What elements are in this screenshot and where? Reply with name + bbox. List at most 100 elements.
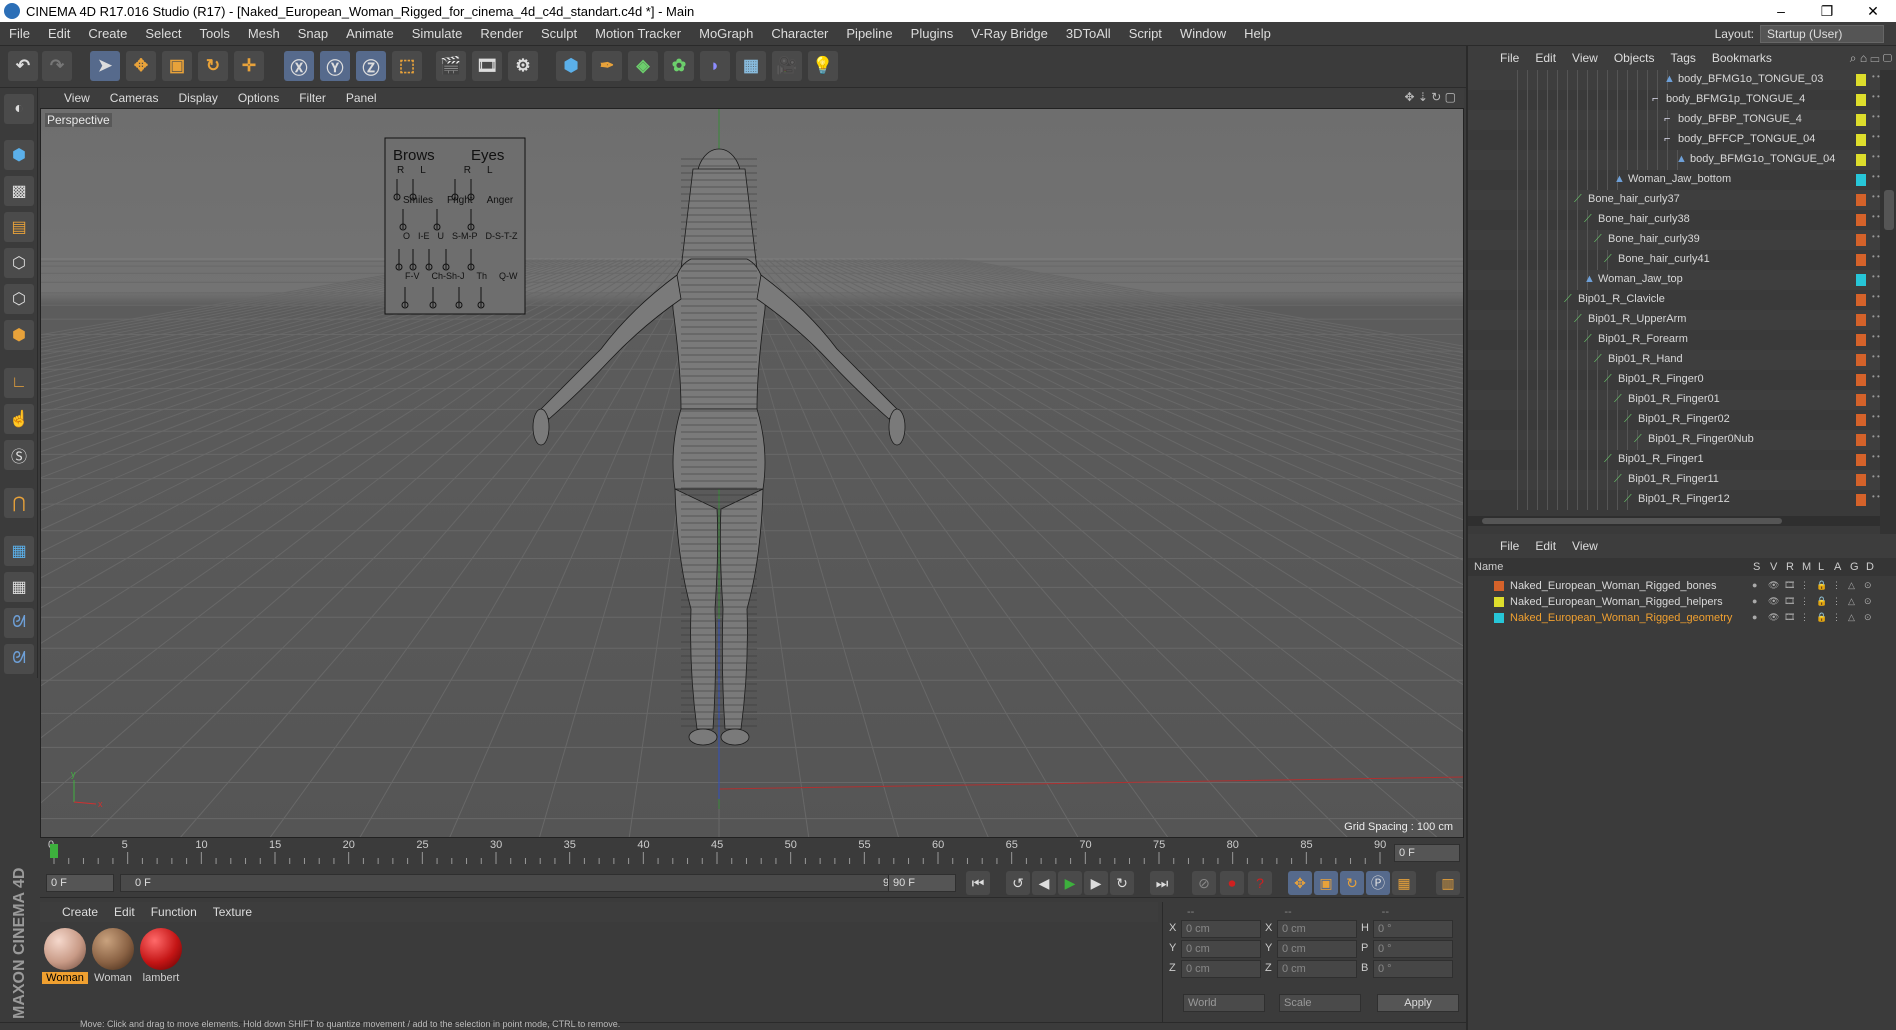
- menu-plugins[interactable]: Plugins: [902, 26, 963, 41]
- layer-toggle-icon[interactable]: ⋮: [1832, 596, 1841, 607]
- object-row[interactable]: ▲ body_BFMG1o_TONGUE_03 • •: [1468, 70, 1880, 90]
- layer-toggle-icon[interactable]: ⊙: [1864, 612, 1872, 623]
- visibility-dots[interactable]: • •: [1872, 453, 1880, 466]
- layer-color-tag[interactable]: [1856, 494, 1866, 506]
- menu-vray-bridge[interactable]: V-Ray Bridge: [962, 26, 1057, 41]
- object-row[interactable]: ⟋ Bone_hair_curly39 • •: [1468, 230, 1880, 250]
- object-row[interactable]: ⟋ Bip01_R_Finger01 • •: [1468, 390, 1880, 410]
- visibility-dots[interactable]: • •: [1872, 193, 1880, 206]
- object-row[interactable]: ⌐ body_BFFCP_TONGUE_04 • •: [1468, 130, 1880, 150]
- visibility-dots[interactable]: • •: [1872, 353, 1880, 366]
- viewport-menu-view[interactable]: View: [54, 91, 100, 105]
- layer-toggle-icon[interactable]: 👁: [1768, 596, 1779, 607]
- model-mode-icon[interactable]: ⬢: [4, 140, 34, 170]
- layer-color-tag[interactable]: [1856, 214, 1866, 226]
- material-menu-create[interactable]: Create: [54, 905, 106, 919]
- viewport-menu-panel[interactable]: Panel: [336, 91, 387, 105]
- layer-menu-file[interactable]: File: [1492, 539, 1527, 553]
- polygons-mode-icon[interactable]: ⬢: [4, 320, 34, 350]
- visibility-dots[interactable]: • •: [1872, 493, 1880, 506]
- layer-color-tag[interactable]: [1856, 114, 1866, 126]
- scale-icon[interactable]: ▣: [162, 51, 192, 81]
- visibility-dots[interactable]: • •: [1872, 313, 1880, 326]
- move-icon[interactable]: ✥: [126, 51, 156, 81]
- layer-color-tag[interactable]: [1856, 354, 1866, 366]
- layer-toggle-icon[interactable]: ●: [1752, 612, 1757, 622]
- layer-color-tag[interactable]: [1856, 154, 1866, 166]
- menu-create[interactable]: Create: [79, 26, 136, 41]
- layer-toggle-icon[interactable]: 👁: [1768, 580, 1779, 591]
- record-keys-icon[interactable]: ⊘: [1192, 871, 1216, 895]
- undo-icon[interactable]: ↶: [8, 51, 38, 81]
- minimize-button[interactable]: –: [1758, 0, 1804, 22]
- coord-rot-field[interactable]: 0 °: [1373, 920, 1453, 938]
- object-row[interactable]: ⟋ Bip01_R_Hand • •: [1468, 350, 1880, 370]
- layer-menu-view[interactable]: View: [1564, 539, 1606, 553]
- key-pla-icon[interactable]: ▦: [1392, 871, 1416, 895]
- menu-script[interactable]: Script: [1120, 26, 1171, 41]
- subdivision-icon[interactable]: ◈: [628, 51, 658, 81]
- cube-primitive-icon[interactable]: ⬢: [556, 51, 586, 81]
- step-back-icon[interactable]: ◀: [1032, 871, 1056, 895]
- layer-toggle-icon[interactable]: ⊙: [1864, 580, 1872, 591]
- layer-color-tag[interactable]: [1856, 134, 1866, 146]
- frame-range-slider[interactable]: 0 F 90 F: [120, 874, 920, 892]
- object-row[interactable]: ⟋ Bone_hair_curly38 • •: [1468, 210, 1880, 230]
- layer-toggle-icon[interactable]: 👁: [1768, 612, 1779, 623]
- layer-toggle-icon[interactable]: △: [1848, 596, 1855, 607]
- layer-toggle-icon[interactable]: ⋮: [1832, 612, 1841, 623]
- visibility-dots[interactable]: • •: [1872, 133, 1880, 146]
- layer-toggle-icon[interactable]: ⊙: [1864, 596, 1872, 607]
- visibility-dots[interactable]: • •: [1872, 253, 1880, 266]
- object-row[interactable]: ⟋ Bone_hair_curly41 • •: [1468, 250, 1880, 270]
- object-row[interactable]: ▲ Woman_Jaw_top • •: [1468, 270, 1880, 290]
- object-name[interactable]: Bip01_R_Finger0Nub: [1648, 433, 1754, 445]
- layer-name[interactable]: Naked_European_Woman_Rigged_bones: [1510, 580, 1717, 592]
- python-2-icon[interactable]: ᘛ: [4, 644, 34, 674]
- object-row[interactable]: ▲ Woman_Jaw_bottom • •: [1468, 170, 1880, 190]
- keyframe-selection-icon[interactable]: ?: [1248, 871, 1272, 895]
- visibility-dots[interactable]: • •: [1872, 293, 1880, 306]
- magnet-icon[interactable]: ⋂: [4, 488, 34, 518]
- material-swatch[interactable]: lambert: [138, 928, 184, 986]
- loop-icon[interactable]: ↻: [1110, 871, 1134, 895]
- layer-color-tag[interactable]: [1856, 274, 1866, 286]
- close-button[interactable]: ✕: [1850, 0, 1896, 22]
- visibility-dots[interactable]: • •: [1872, 213, 1880, 226]
- object-name[interactable]: Woman_Jaw_bottom: [1628, 173, 1731, 185]
- layer-color-tag[interactable]: [1856, 454, 1866, 466]
- visibility-dots[interactable]: • •: [1872, 73, 1880, 86]
- material-menu-texture[interactable]: Texture: [205, 905, 260, 919]
- menu-character[interactable]: Character: [762, 26, 837, 41]
- layer-color-tag[interactable]: [1856, 414, 1866, 426]
- layer-color-tag[interactable]: [1856, 394, 1866, 406]
- visibility-dots[interactable]: • •: [1872, 433, 1880, 446]
- menu-simulate[interactable]: Simulate: [403, 26, 472, 41]
- layer-color-tag[interactable]: [1856, 314, 1866, 326]
- object-name[interactable]: Bip01_R_Finger0: [1618, 373, 1704, 385]
- visibility-dots[interactable]: • •: [1872, 333, 1880, 346]
- restore-button[interactable]: ❐: [1804, 0, 1850, 22]
- object-menu-objects[interactable]: Objects: [1606, 51, 1663, 65]
- layer-color-tag[interactable]: [1856, 254, 1866, 266]
- scrollbar-thumb[interactable]: [1884, 190, 1894, 230]
- object-row[interactable]: ⟋ Bip01_R_Finger02 • •: [1468, 410, 1880, 430]
- object-row[interactable]: ⟋ Bip01_R_Finger1 • •: [1468, 450, 1880, 470]
- coord-pos-field[interactable]: 0 cm: [1181, 940, 1261, 958]
- object-name[interactable]: Woman_Jaw_top: [1598, 273, 1683, 285]
- visibility-dots[interactable]: • •: [1872, 413, 1880, 426]
- layer-toggle-icon[interactable]: ⋮: [1800, 580, 1809, 591]
- visibility-dots[interactable]: • •: [1872, 173, 1880, 186]
- object-menu-bookmarks[interactable]: Bookmarks: [1704, 51, 1780, 65]
- viewport-nav-icons[interactable]: ✥ ⇣ ↻ ▢: [1404, 90, 1456, 104]
- object-menu-file[interactable]: File: [1492, 51, 1527, 65]
- timeline-window-icon[interactable]: ▥: [1436, 871, 1460, 895]
- visibility-dots[interactable]: • •: [1872, 393, 1880, 406]
- object-name[interactable]: Bone_hair_curly37: [1588, 193, 1680, 205]
- loop-back-icon[interactable]: ↺: [1006, 871, 1030, 895]
- layer-color-tag[interactable]: [1856, 434, 1866, 446]
- layer-color-swatch[interactable]: [1494, 613, 1504, 623]
- layer-toggle-icon[interactable]: 🎞: [1784, 580, 1795, 591]
- visibility-dots[interactable]: • •: [1872, 373, 1880, 386]
- end-frame-field[interactable]: 0 F: [1394, 844, 1460, 862]
